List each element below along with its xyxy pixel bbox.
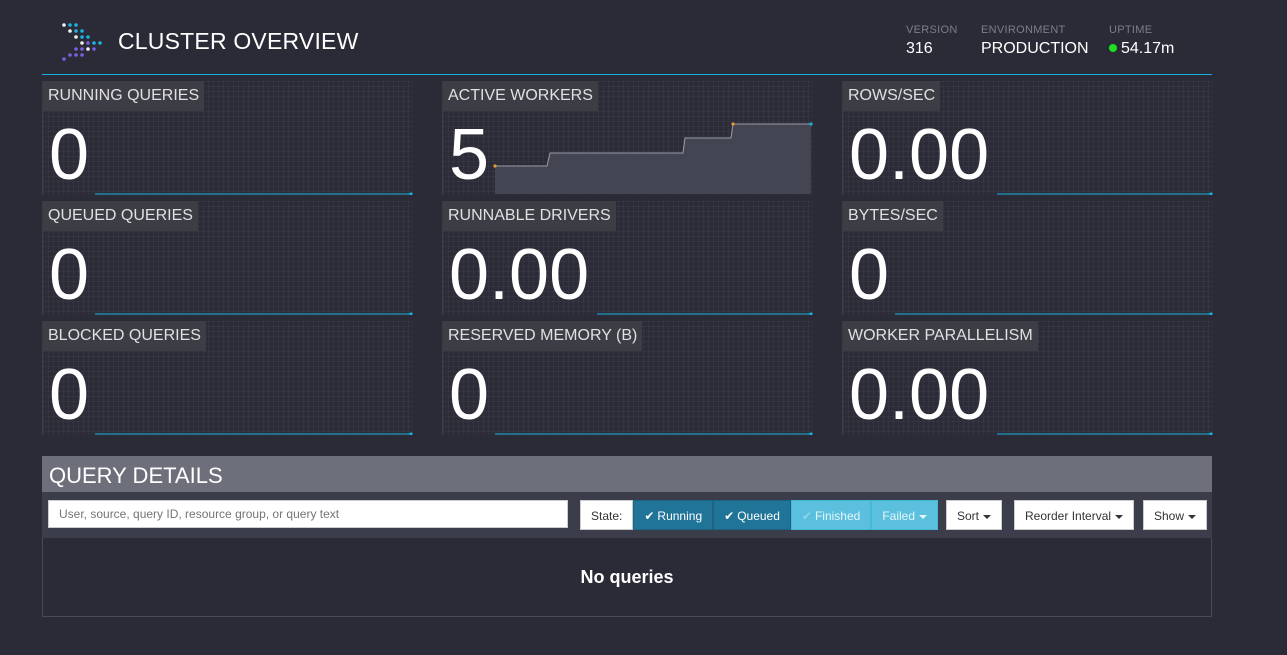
tile-reserved-memory: RESERVED MEMORY (B) 0	[442, 321, 813, 435]
tile-value: 0	[449, 355, 490, 435]
filter-finished-label: Finished	[814, 509, 861, 523]
filter-finished-button[interactable]: ✔ Finished	[790, 500, 872, 530]
sort-dropdown[interactable]: Sort	[946, 500, 1003, 530]
tile-label: RUNNING QUERIES	[43, 81, 205, 111]
tile-label: RESERVED MEMORY (B)	[443, 321, 643, 351]
tile-value: 0	[49, 235, 90, 315]
sort-label: Sort	[957, 509, 980, 523]
tile-rows-sec: ROWS/SEC 0.00	[842, 81, 1213, 195]
version-stat: VERSION 316	[906, 24, 958, 58]
query-toolbar: State: ✔Running ✔Queued ✔Finished Failed…	[42, 492, 1212, 538]
tile-blocked-queries: BLOCKED QUERIES 0	[42, 321, 413, 435]
tile-value: 0.00	[849, 115, 990, 195]
uptime-value: 54.17m	[1121, 40, 1175, 57]
tile-value: 0	[849, 235, 890, 315]
tile-label: ROWS/SEC	[843, 81, 941, 111]
tile-worker-parallelism: WORKER PARALLELISM 0.00	[842, 321, 1213, 435]
environment-value: PRODUCTION	[981, 40, 1089, 57]
uptime-label: UPTIME	[1109, 24, 1153, 36]
tile-label: BYTES/SEC	[843, 201, 943, 231]
caret-down-icon	[1115, 514, 1124, 519]
tile-active-workers: ACTIVE WORKERS 5	[442, 81, 813, 195]
query-search-input[interactable]	[48, 500, 568, 528]
query-details-title: QUERY DETAILS	[49, 463, 223, 488]
version-value: 316	[906, 40, 933, 57]
presto-logo-icon	[62, 23, 102, 61]
tile-label: RUNNABLE DRIVERS	[443, 201, 616, 231]
tile-value: 0	[49, 355, 90, 435]
check-icon: ✔	[801, 509, 812, 523]
tile-queued-queries: QUEUED QUERIES 0	[42, 201, 413, 315]
tile-value: 5	[449, 115, 490, 195]
filter-running-button[interactable]: ✔ Running	[633, 500, 714, 530]
tile-runnable-drivers: RUNNABLE DRIVERS 0.00	[442, 201, 813, 315]
caret-down-icon	[1188, 514, 1197, 519]
reorder-label: Reorder Interval	[1025, 509, 1112, 523]
state-label: State:	[580, 500, 634, 530]
query-list: No queries	[42, 538, 1212, 617]
filter-queued-button[interactable]: ✔ Queued	[713, 500, 791, 530]
tile-value: 0.00	[449, 235, 590, 315]
sort-group: Sort	[946, 500, 1003, 530]
show-dropdown[interactable]: Show	[1143, 500, 1208, 530]
tile-running-queries: RUNNING QUERIES 0	[42, 81, 413, 195]
reorder-group: Reorder Interval	[1014, 500, 1135, 530]
tile-bytes-sec: BYTES/SEC 0	[842, 201, 1213, 315]
filter-failed-dropdown[interactable]: Failed	[871, 500, 938, 530]
page-title: CLUSTER OVERVIEW	[118, 28, 359, 54]
cluster-header: CLUSTER OVERVIEW VERSION 316 ENVIRONMENT…	[42, 0, 1212, 75]
tile-label: ACTIVE WORKERS	[443, 81, 598, 111]
uptime-stat: UPTIME 54.17m	[1109, 24, 1174, 58]
environment-stat: ENVIRONMENT PRODUCTION	[981, 24, 1089, 58]
filter-queued-label: Queued	[737, 509, 780, 523]
caret-down-icon	[983, 514, 992, 519]
environment-label: ENVIRONMENT	[981, 24, 1066, 36]
empty-state-message: No queries	[580, 567, 674, 587]
filter-running-label: Running	[657, 509, 703, 523]
status-dot-icon	[1109, 43, 1117, 52]
version-label: VERSION	[906, 24, 958, 36]
query-details-header: QUERY DETAILS	[42, 456, 1212, 492]
state-filter-group: State: ✔ Running ✔ Queued ✔ Finished Failed	[580, 500, 938, 530]
show-group: Show	[1143, 500, 1208, 530]
check-icon: ✔	[724, 509, 735, 523]
tile-value: 0	[49, 115, 90, 195]
tile-label: WORKER PARALLELISM	[843, 321, 1038, 351]
show-label: Show	[1154, 509, 1185, 523]
reorder-interval-dropdown[interactable]: Reorder Interval	[1014, 500, 1135, 530]
caret-down-icon	[919, 514, 927, 519]
tile-value: 0.00	[849, 355, 990, 435]
check-icon: ✔	[644, 509, 655, 523]
uptime-row: 54.17m	[1109, 40, 1174, 58]
tile-label: BLOCKED QUERIES	[43, 321, 206, 351]
filter-failed-label: Failed	[882, 509, 915, 523]
tile-label: QUEUED QUERIES	[43, 201, 198, 231]
